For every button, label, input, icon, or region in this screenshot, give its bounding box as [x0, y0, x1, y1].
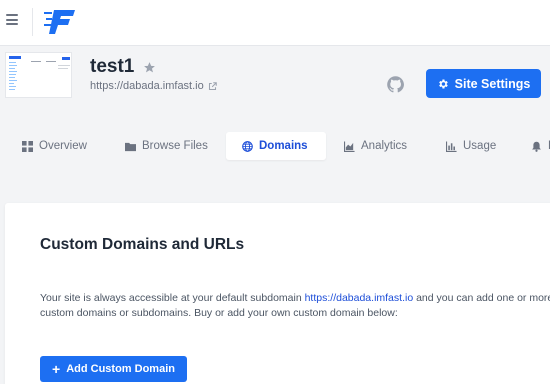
divider: [32, 8, 33, 36]
folder-icon: [125, 142, 136, 151]
bell-icon: [532, 141, 541, 152]
tab-overview[interactable]: Overview: [22, 132, 87, 160]
site-url-row[interactable]: https://dabada.imfast.io: [90, 80, 217, 92]
tab-analytics[interactable]: Analytics: [344, 132, 407, 160]
external-link-icon: [208, 81, 217, 90]
desc-text-before: Your site is always accessible at your d…: [40, 292, 305, 304]
star-icon[interactable]: [143, 61, 156, 74]
plus-icon: +: [52, 361, 61, 377]
add-custom-domain-button[interactable]: + Add Custom Domain: [40, 356, 187, 382]
card-description: Your site is always accessible at your d…: [40, 291, 550, 321]
grid-icon: [22, 140, 33, 152]
top-bar: [0, 0, 550, 46]
area-chart-icon: [344, 140, 355, 152]
globe-icon: [242, 140, 253, 152]
tab-domains-label: Domains: [259, 140, 308, 152]
tab-domains[interactable]: Domains: [226, 132, 326, 160]
site-thumbnail[interactable]: [5, 52, 72, 98]
bar-chart-icon: [446, 140, 457, 152]
site-title-row: test1: [90, 56, 156, 78]
imfast-logo[interactable]: [44, 9, 76, 35]
hamburger-menu-icon[interactable]: [6, 14, 18, 28]
github-icon[interactable]: [386, 75, 405, 94]
tab-usage[interactable]: Usage: [446, 132, 496, 160]
gear-icon: [438, 79, 448, 88]
site-url[interactable]: https://dabada.imfast.io: [90, 80, 204, 92]
site-name: test1: [90, 56, 135, 77]
tab-overview-label: Overview: [39, 140, 87, 152]
tab-analytics-label: Analytics: [361, 140, 408, 152]
card-heading: Custom Domains and URLs: [40, 236, 245, 253]
tab-usage-label: Usage: [463, 140, 497, 152]
add-custom-domain-label: Add Custom Domain: [66, 363, 175, 375]
default-subdomain-link[interactable]: https://dabada.imfast.io: [305, 292, 414, 304]
tab-browse-files-label: Browse Files: [142, 140, 208, 152]
tab-notifications[interactable]: B: [531, 132, 550, 160]
site-settings-button[interactable]: Site Settings: [426, 69, 541, 98]
site-settings-label: Site Settings: [454, 76, 531, 91]
tab-browse-files[interactable]: Browse Files: [125, 132, 208, 160]
